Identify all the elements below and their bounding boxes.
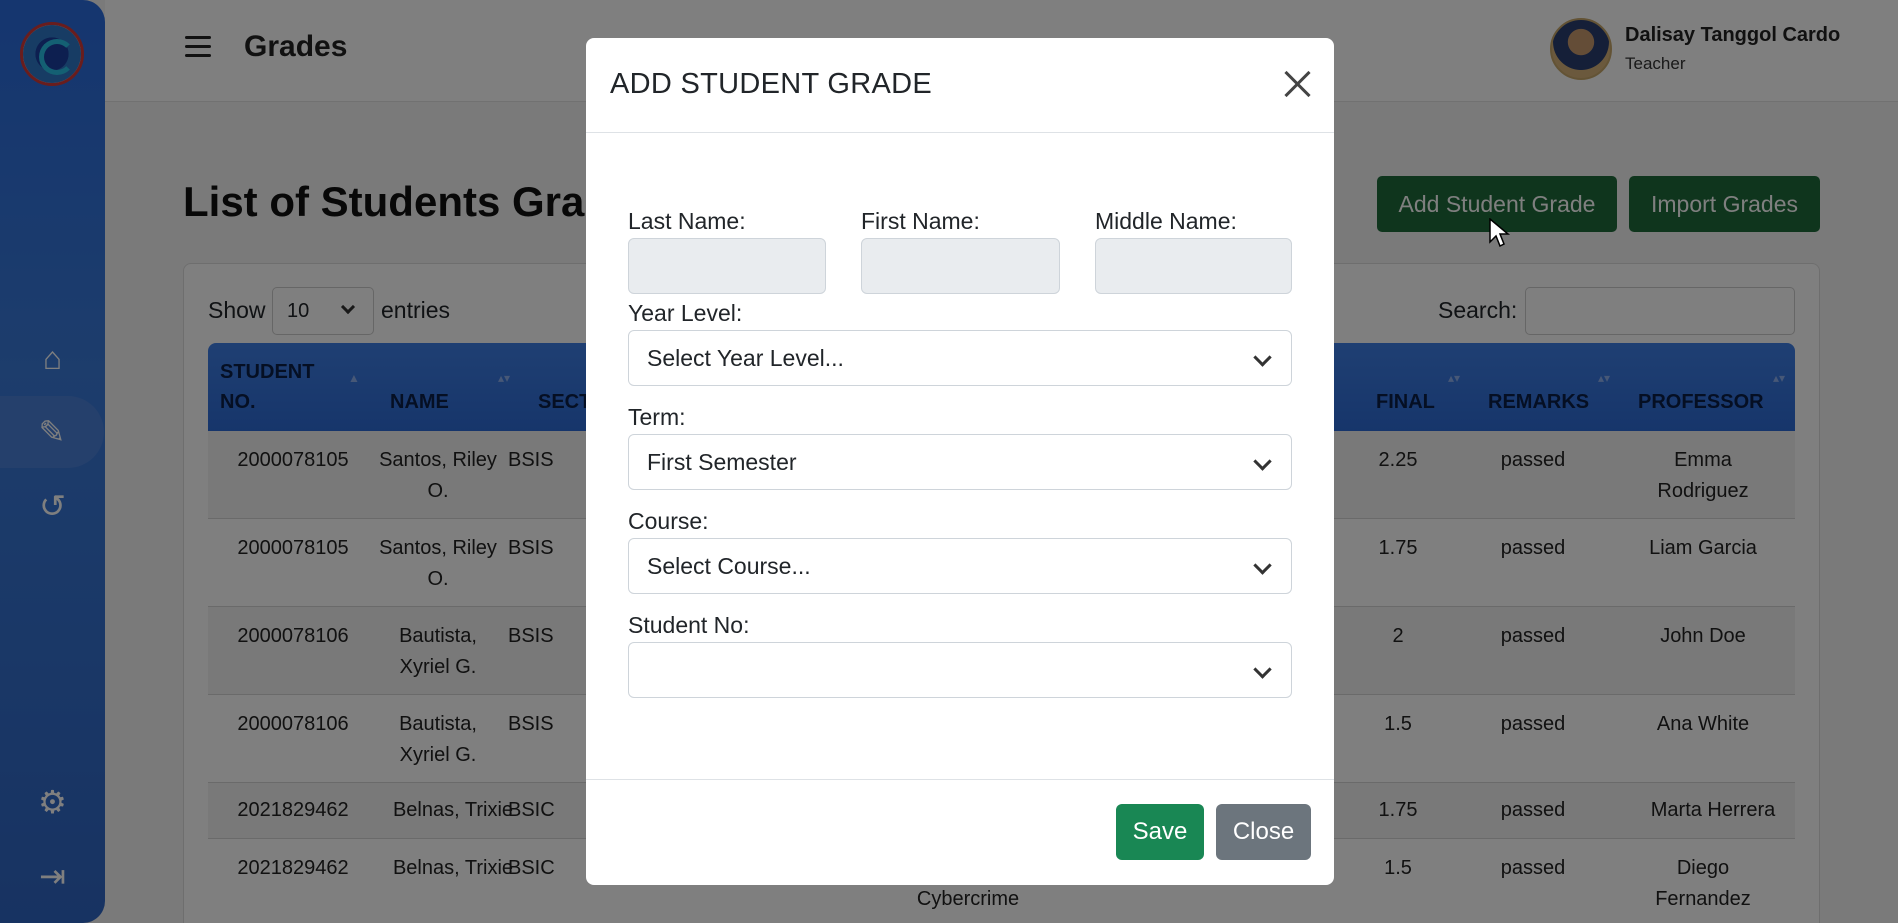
student-no-select[interactable] xyxy=(628,642,1292,698)
year-level-value: Select Year Level... xyxy=(647,345,844,371)
chevron-down-icon xyxy=(1253,452,1272,471)
chevron-down-icon xyxy=(1253,660,1272,679)
middle-name-label: Middle Name: xyxy=(1095,208,1237,234)
divider xyxy=(586,132,1334,133)
close-button[interactable]: Close xyxy=(1216,804,1311,860)
middle-name-field[interactable] xyxy=(1095,238,1292,294)
close-icon[interactable] xyxy=(1280,66,1316,102)
year-level-label: Year Level: xyxy=(628,300,743,326)
course-select[interactable]: Select Course... xyxy=(628,538,1292,594)
first-name-field[interactable] xyxy=(861,238,1060,294)
add-student-grade-modal: ADD STUDENT GRADE Last Name: First Name:… xyxy=(586,38,1334,885)
chevron-down-icon xyxy=(1253,556,1272,575)
first-name-label: First Name: xyxy=(861,208,980,234)
save-button[interactable]: Save xyxy=(1116,804,1204,860)
divider xyxy=(586,779,1334,780)
term-select[interactable]: First Semester xyxy=(628,434,1292,490)
course-label: Course: xyxy=(628,508,709,534)
modal-title: ADD STUDENT GRADE xyxy=(610,68,932,100)
student-no-label: Student No: xyxy=(628,612,750,638)
year-level-select[interactable]: Select Year Level... xyxy=(628,330,1292,386)
last-name-field[interactable] xyxy=(628,238,826,294)
chevron-down-icon xyxy=(1253,348,1272,367)
term-value: First Semester xyxy=(647,449,797,475)
term-label: Term: xyxy=(628,404,686,430)
course-value: Select Course... xyxy=(647,553,811,579)
mouse-cursor-icon xyxy=(1489,218,1511,248)
last-name-label: Last Name: xyxy=(628,208,746,234)
